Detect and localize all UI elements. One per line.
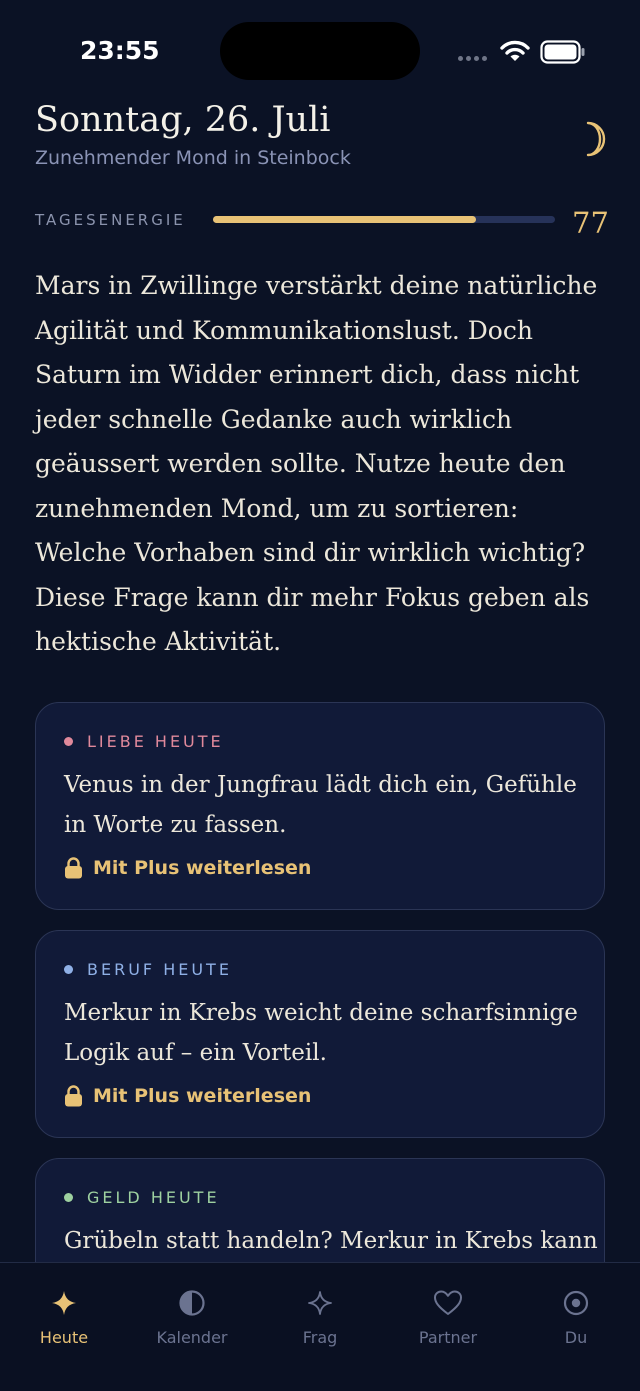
category-dot [64, 1193, 73, 1202]
card-text: Merkur in Krebs weicht deine scharfsinni… [64, 1000, 578, 1066]
card-text: Venus in der Jungfrau lädt dich ein, Gef… [64, 772, 577, 838]
battery-icon [540, 40, 585, 64]
page-title: Sonntag, 26. Juli [35, 100, 331, 140]
energy-progress-bar [213, 216, 555, 223]
moon-phase-subtitle: Zunehmender Mond in Steinbock [35, 147, 351, 169]
read-more-plus-link[interactable]: Mit Plus weiterlesen [64, 857, 311, 879]
tab-label: Kalender [156, 1328, 228, 1347]
lock-icon [65, 1085, 82, 1107]
card-title: BERUF HEUTE [87, 960, 232, 979]
dynamic-island [220, 22, 420, 80]
status-bar: 23:55 [0, 0, 640, 100]
card-title: GELD HEUTE [87, 1188, 220, 1207]
tab-label: Frag [302, 1328, 338, 1347]
category-dot [64, 965, 73, 974]
card-header: GELD HEUTE [64, 1188, 220, 1207]
tab-label: Partner [418, 1328, 478, 1347]
tab-ask[interactable]: Frag [256, 1263, 384, 1391]
lock-icon [65, 857, 82, 879]
daily-horoscope-text: Mars in Zwillinge verstärkt deine natürl… [35, 271, 598, 656]
tab-label: Heute [39, 1328, 89, 1347]
sparkle-icon [52, 1291, 76, 1315]
tab-partner[interactable]: Partner [384, 1263, 512, 1391]
card-title: LIEBE HEUTE [87, 732, 224, 751]
energy-progress-fill [213, 216, 477, 223]
card-header: LIEBE HEUTE [64, 732, 224, 751]
half-moon-icon [179, 1290, 205, 1316]
energy-value: 77 [572, 206, 609, 240]
read-more-label: Mit Plus weiterlesen [93, 857, 312, 879]
card-text: Grübeln statt handeln? Merkur in Krebs k… [64, 1228, 598, 1254]
energy-label: TAGESENERGIE [35, 211, 186, 229]
tab-bar: Heute Kalender Frag Partner Du [0, 1262, 640, 1391]
tab-you[interactable]: Du [512, 1263, 640, 1391]
crescent-moon-icon[interactable] [578, 120, 608, 158]
star-outline-icon [308, 1291, 332, 1315]
tab-today[interactable]: Heute [0, 1263, 128, 1391]
tab-label: Du [564, 1328, 588, 1347]
tab-calendar[interactable]: Kalender [128, 1263, 256, 1391]
card-love[interactable]: LIEBE HEUTE Venus in der Jungfrau lädt d… [35, 702, 605, 910]
category-dot [64, 737, 73, 746]
status-time: 23:55 [80, 36, 160, 65]
target-circle-icon [563, 1290, 589, 1316]
signal-dots-icon [458, 56, 487, 61]
heart-icon [434, 1290, 462, 1315]
read-more-label: Mit Plus weiterlesen [93, 1085, 312, 1107]
card-header: BERUF HEUTE [64, 960, 232, 979]
card-career[interactable]: BERUF HEUTE Merkur in Krebs weicht deine… [35, 930, 605, 1138]
read-more-plus-link[interactable]: Mit Plus weiterlesen [64, 1085, 311, 1107]
wifi-icon [500, 40, 530, 61]
